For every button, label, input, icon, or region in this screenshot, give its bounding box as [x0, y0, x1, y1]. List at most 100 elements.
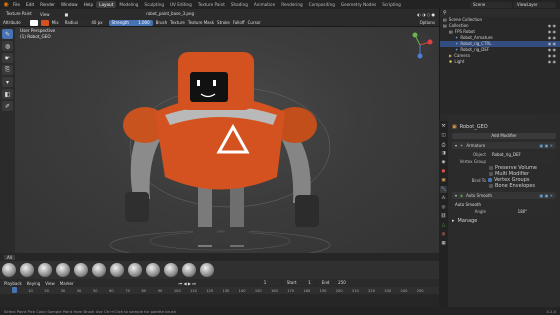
brush-thumbnail[interactable]: [92, 263, 106, 277]
world-tab-icon[interactable]: ●: [440, 168, 447, 175]
brush-thumbnail[interactable]: [110, 263, 124, 277]
scene-selector[interactable]: Scene: [470, 1, 512, 8]
armature-object-field[interactable]: Robot_rig_DEF: [489, 151, 556, 158]
brush-menu[interactable]: Brush: [156, 20, 168, 25]
tab-layout[interactable]: Layout: [96, 1, 117, 8]
texture-tab-icon[interactable]: ▦: [440, 240, 447, 247]
visibility-eye-icon[interactable]: ◉ ◉: [548, 59, 560, 65]
brush-thumbnail[interactable]: [20, 263, 34, 277]
frame-ruler[interactable]: 0102030405060708090100110120130140150160…: [0, 287, 439, 294]
bone-envelopes-row[interactable]: Bone Envelopes: [452, 183, 556, 189]
attribute-selector[interactable]: Attribute: [3, 20, 21, 25]
playback-menu[interactable]: Playback: [4, 281, 22, 286]
start-frame-field[interactable]: Start 1: [283, 280, 314, 286]
brush-thumbnail[interactable]: [56, 263, 70, 277]
brush-thumbnail[interactable]: [146, 263, 160, 277]
output-tab-icon[interactable]: ⎙: [440, 141, 447, 148]
modifier-armature-header[interactable]: ▾ ✦ Armature ▣ ▣ ✕: [452, 142, 556, 149]
menu-file[interactable]: File: [10, 0, 23, 9]
texture-menu[interactable]: Texture: [170, 20, 185, 25]
tab-geometry-nodes[interactable]: Geometry Nodes: [338, 1, 379, 8]
tab-rendering[interactable]: Rendering: [278, 1, 305, 8]
bone-envelopes-checkbox[interactable]: [489, 184, 493, 188]
playback-controls[interactable]: ⏮ ◀ ▶ ⏭: [179, 281, 196, 286]
outliner-search[interactable]: [449, 10, 520, 16]
fill-brush-icon[interactable]: ▾: [2, 77, 13, 87]
cursor-menu[interactable]: Cursor: [248, 20, 261, 25]
outliner-row[interactable]: ✺ Light ◉ ◉: [440, 59, 560, 65]
menu-edit[interactable]: Edit: [23, 0, 37, 9]
blender-logo-icon[interactable]: ◉: [2, 1, 10, 8]
view-layer-selector[interactable]: ViewLayer: [514, 1, 556, 8]
physics-tab-icon[interactable]: ◎: [440, 204, 447, 211]
tab-scripting[interactable]: Scripting: [379, 1, 404, 8]
soften-brush-icon[interactable]: ◍: [2, 41, 13, 51]
color-swatch-secondary[interactable]: [40, 19, 49, 26]
vertex-groups-checkbox[interactable]: [488, 178, 492, 182]
filter-icon[interactable]: ⚲: [443, 10, 447, 16]
tab-compositing[interactable]: Compositing: [306, 1, 338, 8]
menu-render[interactable]: Render: [37, 0, 58, 9]
marker-menu[interactable]: Marker: [60, 281, 74, 286]
particles-tab-icon[interactable]: ⁂: [440, 195, 447, 202]
keying-menu[interactable]: Keying: [27, 281, 40, 286]
angle-field[interactable]: 180°: [489, 208, 556, 215]
multi-modifier-checkbox[interactable]: [489, 172, 493, 176]
render-tab-icon[interactable]: ◫: [440, 132, 447, 139]
menu-window[interactable]: Window: [58, 0, 81, 9]
properties-search[interactable]: [452, 115, 532, 120]
end-frame-field[interactable]: End 250: [318, 280, 349, 286]
navigation-gizmo[interactable]: [405, 30, 435, 60]
expand-icon[interactable]: ▾: [455, 193, 457, 198]
brush-thumbnail[interactable]: [38, 263, 52, 277]
brush-thumbnail[interactable]: [200, 263, 214, 277]
playhead[interactable]: [12, 287, 17, 293]
add-modifier-button[interactable]: Add Modifier: [452, 133, 556, 139]
tab-animation[interactable]: Animation: [251, 1, 278, 8]
modifier-toggles[interactable]: ▣ ▣ ✕: [540, 143, 553, 148]
preserve-volume-checkbox[interactable]: [489, 166, 493, 170]
brush-thumbnail[interactable]: [74, 263, 88, 277]
strength-field[interactable]: Strength 1.000: [108, 19, 153, 26]
3d-viewport[interactable]: [15, 27, 439, 253]
falloff-menu[interactable]: Falloff: [233, 20, 245, 25]
brush-thumbnail[interactable]: [128, 263, 142, 277]
modifier-toggles[interactable]: ▣ ▣ ✕: [540, 193, 553, 198]
tab-shading[interactable]: Shading: [228, 1, 251, 8]
modifier-tab-icon[interactable]: 🔧︎: [440, 186, 447, 193]
mode-selector[interactable]: Texture Paint: [3, 11, 37, 17]
tab-sculpting[interactable]: Sculpting: [141, 1, 167, 8]
options-menu[interactable]: Options: [420, 20, 439, 25]
mask-brush-icon[interactable]: ◧: [2, 89, 13, 99]
current-frame-field[interactable]: 1: [260, 280, 279, 286]
blend-mode[interactable]: Mix: [52, 20, 59, 25]
stroke-menu[interactable]: Stroke: [217, 20, 230, 25]
tool-tab-icon[interactable]: ⚒: [440, 123, 447, 130]
texture-mask-menu[interactable]: Texture Mask: [188, 20, 214, 25]
constraints-tab-icon[interactable]: ⛓︎: [440, 213, 447, 220]
brush-filter-all[interactable]: All: [4, 254, 15, 260]
brush-thumbnail[interactable]: [2, 263, 16, 277]
smear-brush-icon[interactable]: ☛: [2, 53, 13, 63]
view-layer-tab-icon[interactable]: ◨: [440, 150, 447, 157]
viewport-shading-icons[interactable]: ◐ ◑ ○ ●: [417, 12, 439, 17]
tab-uv-editing[interactable]: UV Editing: [167, 1, 195, 8]
tab-modeling[interactable]: Modeling: [116, 1, 141, 8]
clone-brush-icon[interactable]: ⎘: [2, 65, 13, 75]
expand-icon[interactable]: ▾: [455, 143, 457, 148]
data-tab-icon[interactable]: △: [440, 222, 447, 229]
radius-field[interactable]: Radius 40 px: [61, 19, 106, 26]
modifier-autosmooth-header[interactable]: ▾ ◈ Auto Smooth ▣ ▣ ✕: [452, 192, 556, 199]
node-group-field[interactable]: Auto Smooth: [452, 201, 556, 208]
draw-brush-icon[interactable]: ✎: [2, 29, 13, 39]
view-menu[interactable]: View: [45, 281, 55, 286]
menu-help[interactable]: Help: [81, 0, 97, 9]
color-swatch-primary[interactable]: [29, 19, 38, 26]
manage-panel[interactable]: ▸ Manage: [452, 217, 556, 224]
material-tab-icon[interactable]: ◍: [440, 231, 447, 238]
vertex-group-field[interactable]: [489, 158, 556, 165]
scene-tab-icon[interactable]: ◉: [440, 159, 447, 166]
annotate-icon[interactable]: ✐: [2, 101, 13, 111]
view-menu[interactable]: View: [40, 12, 50, 17]
tab-texture-paint[interactable]: Texture Paint: [195, 1, 228, 8]
